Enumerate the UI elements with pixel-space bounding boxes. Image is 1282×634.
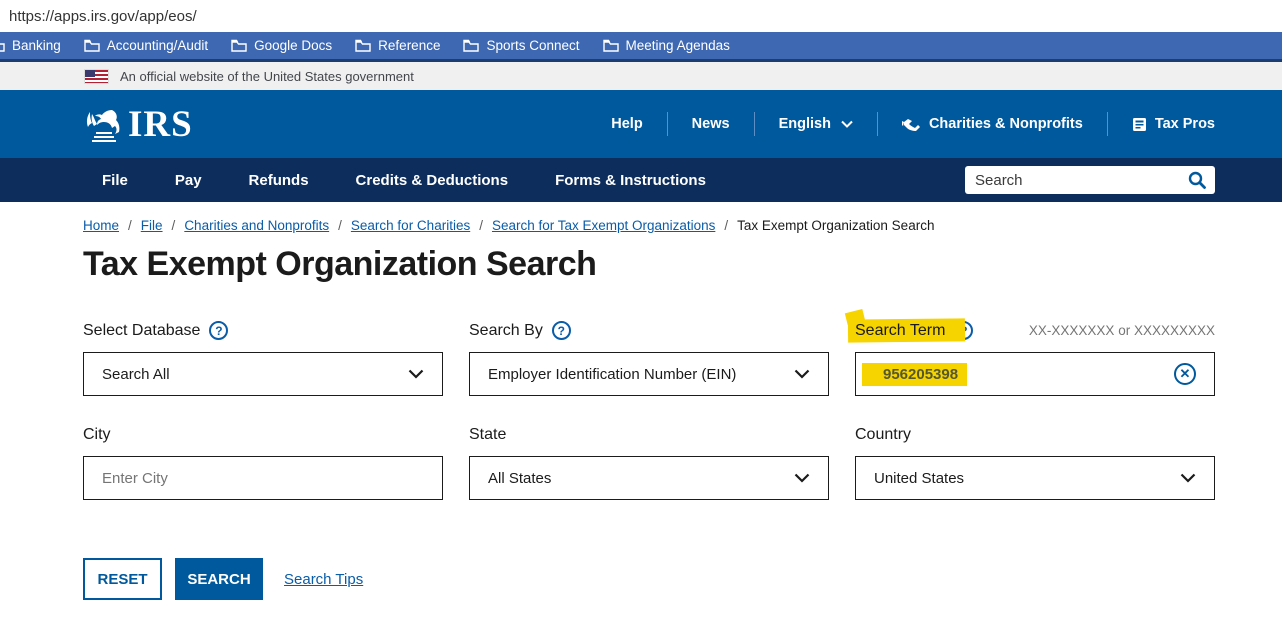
reset-button[interactable]: RESET [83,558,162,600]
chevron-down-icon [794,473,810,483]
nav-item-forms-instructions[interactable]: Forms & Instructions [555,172,706,189]
select-database-dropdown[interactable]: Search All [83,352,443,396]
charities-nonprofits-link[interactable]: Charities & Nonprofits [878,116,1107,132]
breadcrumb-home[interactable]: Home [83,218,119,233]
main-nav: File Pay Refunds Credits & Deductions Fo… [0,158,1282,202]
chevron-down-icon [408,369,424,379]
breadcrumb-search-tax-exempt-orgs[interactable]: Search for Tax Exempt Organizations [492,218,715,233]
bookmark-accounting-audit[interactable]: Accounting/Audit [84,38,208,53]
form-fields-row-2: All States United States [83,456,1215,500]
site-search-box[interactable] [965,166,1215,194]
form-labels-row-1: Select Database ? Search By ? Search Ter… [83,321,1215,340]
handshake-icon [902,118,921,131]
official-gov-banner: An official website of the United States… [0,62,1282,90]
help-icon[interactable]: ? [209,321,228,340]
tax-pros-link[interactable]: Tax Pros [1108,116,1215,132]
folder-icon [0,39,5,52]
breadcrumb: Home / File / Charities and Nonprofits /… [83,218,1215,233]
chevron-down-icon [1180,473,1196,483]
country-dropdown[interactable]: United States [855,456,1215,500]
irs-eagle-icon [82,102,126,146]
news-link[interactable]: News [668,116,754,132]
irs-logo-text: IRS [128,103,193,146]
breadcrumb-charities-nonprofits[interactable]: Charities and Nonprofits [184,218,329,233]
city-input[interactable] [102,470,424,487]
bookmark-banking[interactable]: Banking [0,38,61,53]
folder-icon [603,39,619,52]
header-links: Help News English Charities & Nonprofits [587,112,1215,136]
search-term-value[interactable]: 956205398 [862,363,967,386]
nav-item-pay[interactable]: Pay [175,172,202,189]
folder-icon [84,39,100,52]
bookmark-sports-connect[interactable]: Sports Connect [463,38,579,53]
chevron-down-icon [794,369,810,379]
chevron-down-icon [841,120,853,128]
folder-icon [355,39,371,52]
nav-item-credits-deductions[interactable]: Credits & Deductions [356,172,509,189]
search-by-dropdown[interactable]: Employer Identification Number (EIN) [469,352,829,396]
us-flag-icon [85,70,108,83]
bookmark-meeting-agendas[interactable]: Meeting Agendas [603,38,730,53]
bookmark-google-docs[interactable]: Google Docs [231,38,332,53]
language-dropdown[interactable]: English [755,116,877,132]
breadcrumb-search-charities[interactable]: Search for Charities [351,218,470,233]
breadcrumb-file[interactable]: File [141,218,163,233]
folder-icon [231,39,247,52]
official-banner-text: An official website of the United States… [120,69,414,84]
search-tips-link[interactable]: Search Tips [284,571,363,588]
browser-window: https://apps.irs.gov/app/eos/ Banking Ac… [0,0,1282,634]
bookmarks-bar: Banking Accounting/Audit Google Docs Ref… [0,32,1282,62]
state-dropdown[interactable]: All States [469,456,829,500]
irs-logo[interactable]: IRS [82,102,193,146]
form-fields-row-1: Search All Employer Identification Numbe… [83,352,1215,396]
irs-header: IRS Help News English Charities & Nonpro… [0,90,1282,158]
search-button[interactable]: SEARCH [175,558,263,600]
page-title: Tax Exempt Organization Search [83,245,1215,284]
nav-item-file[interactable]: File [102,172,128,189]
breadcrumb-current: Tax Exempt Organization Search [737,218,934,233]
search-icon[interactable] [1187,170,1207,190]
folder-icon [463,39,479,52]
form-labels-row-2: City State Country [83,426,1215,444]
search-term-format-hint: XX-XXXXXXX or XXXXXXXXX [1029,323,1215,338]
site-search-input[interactable] [975,172,1187,189]
city-label: City [83,426,443,444]
url-text[interactable]: https://apps.irs.gov/app/eos/ [9,8,197,25]
nav-item-refunds[interactable]: Refunds [249,172,309,189]
search-term-label-highlight: Search Term [855,322,945,340]
page-content: Home / File / Charities and Nonprofits /… [0,202,1282,634]
country-label: Country [855,426,1215,444]
form-buttons-row: RESET SEARCH Search Tips [83,558,1215,600]
search-by-label-row: Search By ? [469,321,829,340]
browser-url-bar[interactable]: https://apps.irs.gov/app/eos/ [0,0,1282,32]
book-icon [1132,117,1147,132]
city-input-wrap[interactable] [83,456,443,500]
help-link[interactable]: Help [587,116,666,132]
bookmark-reference[interactable]: Reference [355,38,440,53]
help-icon[interactable]: ? [552,321,571,340]
state-label: State [469,426,829,444]
search-term-input[interactable]: 956205398 ✕ [855,352,1215,396]
search-term-label-row: Search Term ? XX-XXXXXXX or XXXXXXXXX [855,321,1215,340]
select-database-label-row: Select Database ? [83,321,443,340]
clear-input-icon[interactable]: ✕ [1174,363,1196,385]
